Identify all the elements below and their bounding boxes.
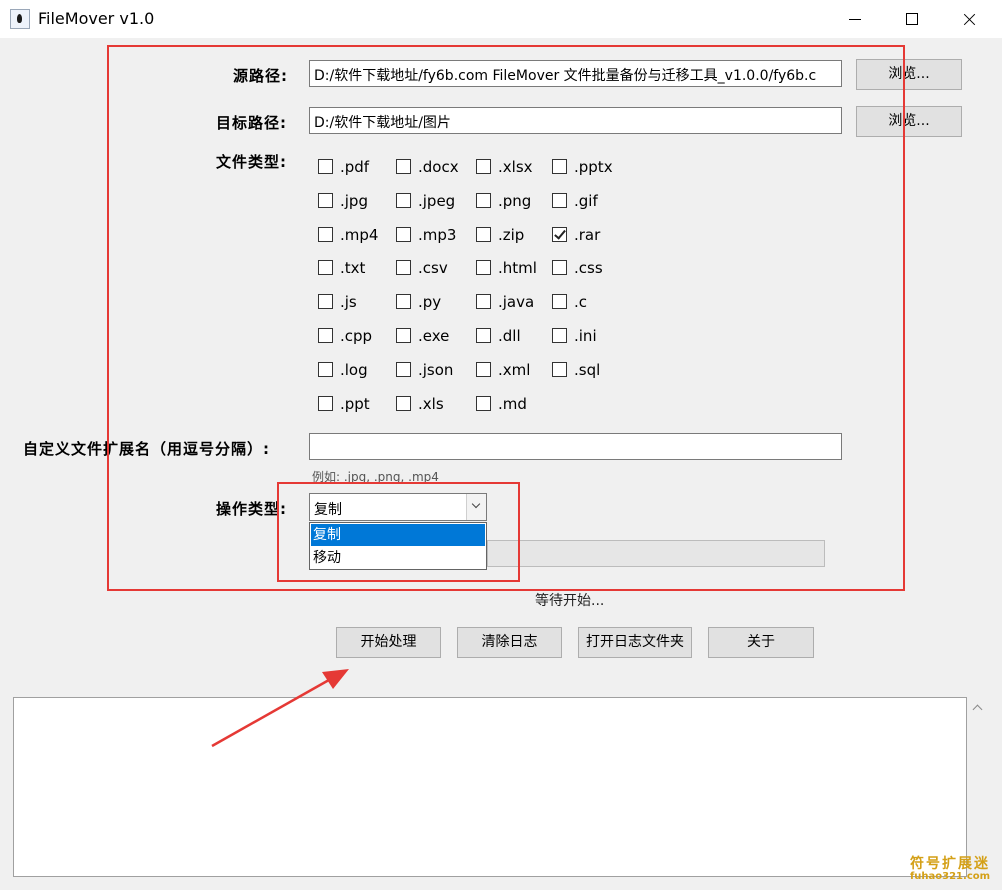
checkbox-box[interactable] bbox=[552, 260, 567, 275]
chevron-down-icon[interactable] bbox=[466, 494, 486, 520]
close-button[interactable] bbox=[946, 0, 992, 38]
checkbox-label: .dll bbox=[498, 327, 521, 345]
checkbox-box[interactable] bbox=[396, 294, 411, 309]
checkbox-label: .xlsx bbox=[498, 158, 533, 176]
operation-type-select[interactable]: 复制 bbox=[309, 493, 487, 521]
checkbox-label: .exe bbox=[418, 327, 449, 345]
about-button[interactable]: 关于 bbox=[708, 627, 814, 658]
checkbox-box[interactable] bbox=[552, 362, 567, 377]
checkbox-box[interactable] bbox=[552, 227, 567, 242]
checkbox-box[interactable] bbox=[552, 328, 567, 343]
maximize-button[interactable] bbox=[889, 0, 935, 38]
checkbox-label: .cpp bbox=[340, 327, 372, 345]
checkbox-box[interactable] bbox=[476, 362, 491, 377]
checkbox-label: .rar bbox=[574, 226, 600, 244]
checkbox-box[interactable] bbox=[318, 396, 333, 411]
checkbox-label: .docx bbox=[418, 158, 459, 176]
checkbox-label: .py bbox=[418, 293, 441, 311]
checkbox-box[interactable] bbox=[396, 328, 411, 343]
source-path-input[interactable]: D:/软件下载地址/fy6b.com FileMover 文件批量备份与迁移工具… bbox=[309, 60, 842, 87]
file-types-label: 文件类型: bbox=[216, 151, 287, 172]
checkbox-label: .zip bbox=[498, 226, 524, 244]
checkbox-box[interactable] bbox=[476, 396, 491, 411]
checkbox-box[interactable] bbox=[476, 328, 491, 343]
progress-bar bbox=[487, 540, 825, 567]
start-button[interactable]: 开始处理 bbox=[336, 627, 441, 658]
checkbox-label: .pdf bbox=[340, 158, 369, 176]
checkbox-box[interactable] bbox=[552, 159, 567, 174]
checkbox-box[interactable] bbox=[476, 227, 491, 242]
checkbox-label: .xls bbox=[418, 395, 444, 413]
checkbox-box[interactable] bbox=[318, 227, 333, 242]
checkbox-box[interactable] bbox=[476, 159, 491, 174]
window-title: FileMover v1.0 bbox=[38, 9, 154, 28]
target-path-input[interactable]: D:/软件下载地址/图片 bbox=[309, 107, 842, 134]
checkbox-label: .jpg bbox=[340, 192, 368, 210]
checkbox-box[interactable] bbox=[318, 294, 333, 309]
checkbox-box[interactable] bbox=[396, 260, 411, 275]
checkbox-box[interactable] bbox=[396, 362, 411, 377]
watermark-line2: fuhao321.com bbox=[905, 871, 995, 882]
minimize-icon bbox=[849, 19, 861, 20]
checkbox-label: .json bbox=[418, 361, 453, 379]
checkbox-label: .java bbox=[498, 293, 534, 311]
checkbox-label: .ppt bbox=[340, 395, 370, 413]
checkbox-label: .png bbox=[498, 192, 531, 210]
checkbox-label: .gif bbox=[574, 192, 598, 210]
maximize-icon bbox=[906, 13, 918, 25]
checkbox-label: .csv bbox=[418, 259, 448, 277]
checkbox-box[interactable] bbox=[396, 193, 411, 208]
checkbox-label: .xml bbox=[498, 361, 530, 379]
minimize-button[interactable] bbox=[832, 0, 878, 38]
checkbox-box[interactable] bbox=[396, 227, 411, 242]
watermark-line1: 符号扩展迷 bbox=[905, 853, 995, 873]
checkbox-box[interactable] bbox=[396, 396, 411, 411]
checkbox-label: .html bbox=[498, 259, 537, 277]
checkbox-box[interactable] bbox=[476, 260, 491, 275]
clear-log-button[interactable]: 清除日志 bbox=[457, 627, 562, 658]
checkbox-label: .c bbox=[574, 293, 587, 311]
checkbox-label: .txt bbox=[340, 259, 365, 277]
checkbox-box[interactable] bbox=[318, 362, 333, 377]
custom-extension-label: 自定义文件扩展名（用逗号分隔）: bbox=[23, 438, 270, 459]
custom-extension-hint: 例如: .jpg, .png, .mp4 bbox=[312, 468, 439, 482]
scroll-up-icon[interactable] bbox=[971, 702, 985, 714]
checkbox-label: .pptx bbox=[574, 158, 613, 176]
target-path-label: 目标路径: bbox=[216, 112, 287, 133]
close-icon bbox=[963, 13, 976, 26]
dropdown-option-move[interactable]: 移动 bbox=[311, 547, 485, 569]
operation-type-value: 复制 bbox=[314, 499, 342, 519]
source-path-label: 源路径: bbox=[233, 65, 288, 86]
source-browse-button[interactable]: 浏览... bbox=[856, 59, 962, 90]
checkbox-box[interactable] bbox=[552, 193, 567, 208]
status-text: 等待开始... bbox=[535, 590, 604, 610]
checkbox-box[interactable] bbox=[318, 193, 333, 208]
checkbox-label: .log bbox=[340, 361, 368, 379]
watermark-logo: 符号扩展迷 fuhao321.com bbox=[905, 853, 995, 882]
custom-extension-input[interactable] bbox=[309, 433, 842, 460]
dropdown-option-copy[interactable]: 复制 bbox=[311, 524, 485, 546]
operation-type-label: 操作类型: bbox=[216, 498, 287, 519]
checkbox-label: .css bbox=[574, 259, 603, 277]
checkbox-label: .jpeg bbox=[418, 192, 455, 210]
operation-type-dropdown: 复制 移动 bbox=[309, 522, 487, 570]
checkbox-label: .mp4 bbox=[340, 226, 378, 244]
target-browse-button[interactable]: 浏览... bbox=[856, 106, 962, 137]
title-bar: FileMover v1.0 bbox=[0, 0, 1002, 38]
checkbox-label: .js bbox=[340, 293, 357, 311]
checkbox-box[interactable] bbox=[318, 328, 333, 343]
checkbox-box[interactable] bbox=[396, 159, 411, 174]
checkbox-box[interactable] bbox=[318, 260, 333, 275]
checkbox-label: .sql bbox=[574, 361, 600, 379]
checkbox-label: .md bbox=[498, 395, 527, 413]
feather-icon bbox=[10, 9, 30, 29]
checkbox-box[interactable] bbox=[318, 159, 333, 174]
checkbox-label: .mp3 bbox=[418, 226, 456, 244]
checkbox-label: .ini bbox=[574, 327, 597, 345]
open-log-folder-button[interactable]: 打开日志文件夹 bbox=[578, 627, 692, 658]
log-textarea[interactable] bbox=[13, 697, 967, 877]
checkbox-box[interactable] bbox=[476, 294, 491, 309]
checkbox-box[interactable] bbox=[552, 294, 567, 309]
checkbox-box[interactable] bbox=[476, 193, 491, 208]
